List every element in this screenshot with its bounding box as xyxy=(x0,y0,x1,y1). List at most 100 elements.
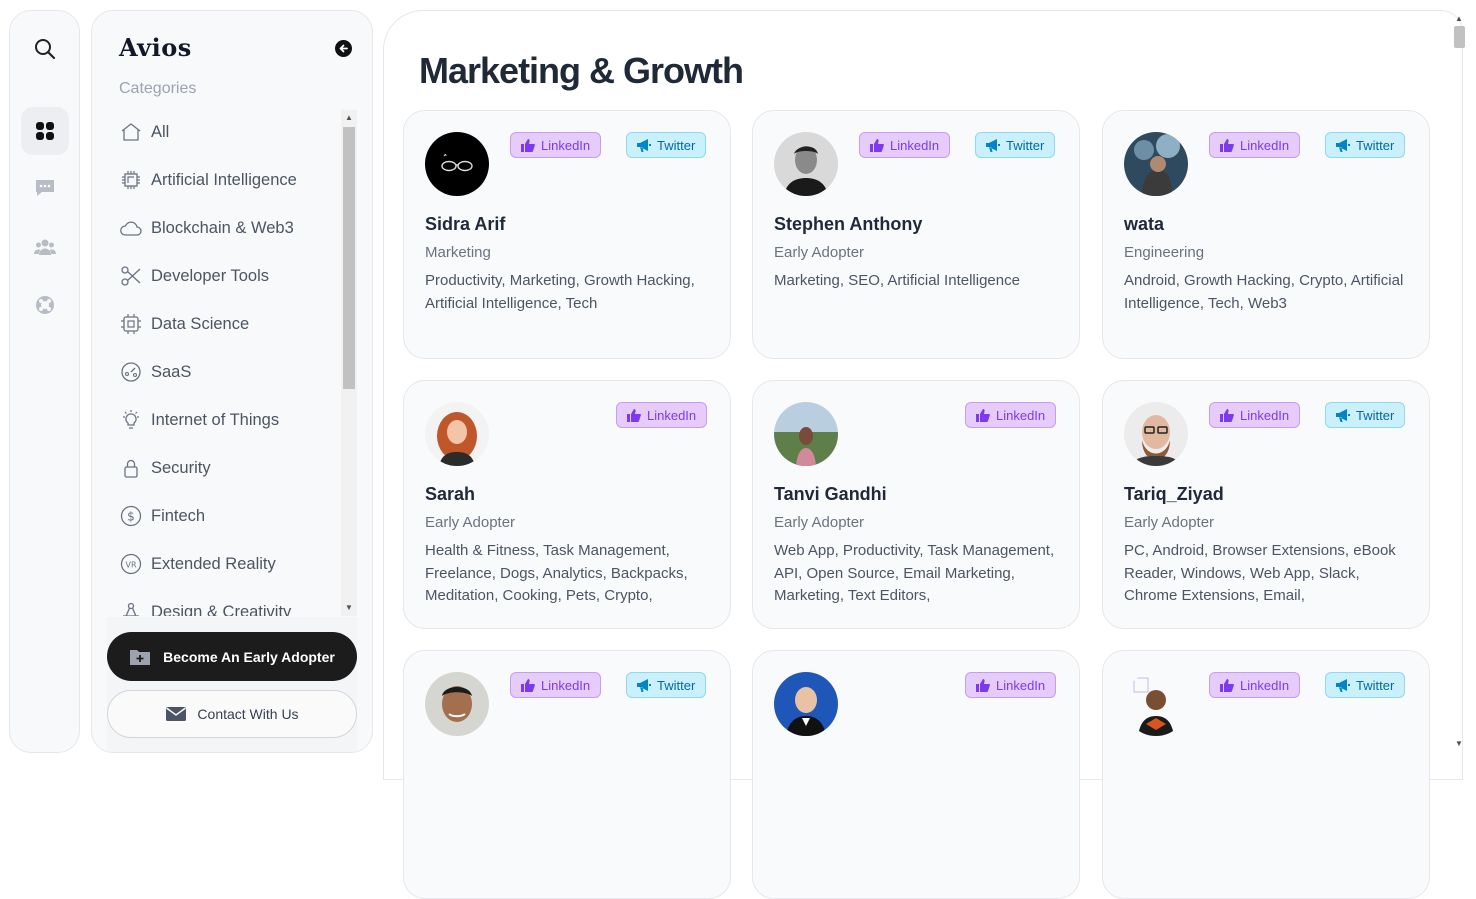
twitter-label: Twitter xyxy=(1356,137,1395,153)
linkedin-label: LinkedIn xyxy=(1240,677,1290,693)
community-button[interactable] xyxy=(21,223,69,271)
scrollbar-thumb[interactable] xyxy=(343,127,355,389)
scrollbar-thumb[interactable] xyxy=(1454,26,1465,48)
person-card[interactable]: LinkedIn Tanvi Gandhi Early Adopter Web … xyxy=(752,380,1080,629)
twitter-link[interactable]: Twitter xyxy=(975,132,1056,158)
thumbs-up-icon xyxy=(521,138,535,152)
person-card[interactable]: LinkedIn xyxy=(752,650,1080,899)
linkedin-label: LinkedIn xyxy=(647,407,697,423)
person-interests: PC, Android, Browser Extensions, eBook R… xyxy=(1124,542,1396,604)
category-label: SaaS xyxy=(151,362,192,381)
person-interests: Marketing, SEO, Artificial Intelligence xyxy=(774,272,1020,289)
thumbs-up-icon xyxy=(1220,138,1234,152)
folder-plus-icon xyxy=(130,649,151,665)
messages-button[interactable] xyxy=(21,164,69,212)
category-scrollbar[interactable]: ▲ ▼ xyxy=(341,110,357,616)
twitter-link[interactable]: Twitter xyxy=(1325,672,1406,698)
person-card[interactable]: LinkedIn Twitter wata Engineering Androi… xyxy=(1102,110,1430,359)
linkedin-link[interactable]: LinkedIn xyxy=(616,402,708,428)
twitter-link[interactable]: Twitter xyxy=(1325,132,1406,158)
linkedin-link[interactable]: LinkedIn xyxy=(510,672,602,698)
person-name: wata xyxy=(1124,214,1165,234)
person-role: Early Adopter xyxy=(425,514,516,531)
dollar-icon: $ xyxy=(119,504,143,528)
twitter-link[interactable]: Twitter xyxy=(1325,402,1406,428)
megaphone-icon xyxy=(637,138,651,152)
users-icon xyxy=(34,239,56,255)
person-interests: Android, Growth Hacking, Crypto, Artific… xyxy=(1124,272,1404,312)
category-fintech[interactable]: $ Fintech xyxy=(119,492,334,540)
search-icon xyxy=(35,39,56,60)
megaphone-icon xyxy=(637,678,651,692)
category-label: Fintech xyxy=(151,506,206,525)
person-name: Tanvi Gandhi xyxy=(774,484,887,504)
support-button[interactable] xyxy=(21,281,69,329)
category-blockchain-web3[interactable]: Blockchain & Web3 xyxy=(119,204,334,252)
thumbs-up-icon xyxy=(870,138,884,152)
person-card[interactable]: LinkedIn Twitter Tariq_Ziyad Early Adopt… xyxy=(1102,380,1430,629)
scroll-down-icon[interactable]: ▼ xyxy=(1455,739,1463,748)
category-data-science[interactable]: Data Science xyxy=(119,300,334,348)
category-extended-reality[interactable]: VR Extended Reality xyxy=(119,540,334,588)
contact-button[interactable]: Contact With Us xyxy=(107,690,357,738)
person-card[interactable]: LinkedIn Twitter Stephen Anthony Early A… xyxy=(752,110,1080,359)
category-label: All xyxy=(151,122,170,141)
person-interests: Productivity, Marketing, Growth Hacking,… xyxy=(425,272,695,312)
person-card[interactable]: LinkedIn Sarah Early Adopter Health & Fi… xyxy=(403,380,731,629)
person-card[interactable]: LinkedIn Twitter Sidra Arif Marketing Pr… xyxy=(403,110,731,359)
category-label: Security xyxy=(151,458,211,477)
search-button[interactable] xyxy=(21,25,69,73)
linkedin-link[interactable]: LinkedIn xyxy=(1209,402,1301,428)
brand-logo: Avios xyxy=(119,33,192,62)
lightbulb-icon xyxy=(119,408,143,432)
person-role: Early Adopter xyxy=(1124,514,1215,531)
category-design-creativity[interactable]: Design & Creativity xyxy=(119,588,334,616)
person-interests: Web App, Productivity, Task Management, … xyxy=(774,542,1055,604)
twitter-label: Twitter xyxy=(1356,407,1395,423)
linkedin-link[interactable]: LinkedIn xyxy=(1209,672,1301,698)
page-scrollbar[interactable]: ▲ ▼ xyxy=(1452,10,1467,753)
person-card[interactable]: LinkedIn Twitter xyxy=(1102,650,1430,899)
scroll-up-icon[interactable]: ▲ xyxy=(1455,14,1463,23)
megaphone-icon xyxy=(1336,408,1350,422)
thumbs-up-icon xyxy=(976,678,990,692)
category-artificial-intelligence[interactable]: Artificial Intelligence xyxy=(119,156,334,204)
linkedin-link[interactable]: LinkedIn xyxy=(510,132,602,158)
linkedin-label: LinkedIn xyxy=(890,137,940,153)
category-saas[interactable]: SaaS xyxy=(119,348,334,396)
twitter-label: Twitter xyxy=(657,677,696,693)
collapse-sidebar-button[interactable] xyxy=(335,40,352,57)
linkedin-label: LinkedIn xyxy=(541,677,591,693)
person-card[interactable]: LinkedIn Twitter xyxy=(403,650,731,899)
scroll-up-icon[interactable]: ▲ xyxy=(345,114,353,122)
linkedin-label: LinkedIn xyxy=(1240,407,1290,423)
vr-icon: VR xyxy=(119,552,143,576)
linkedin-link[interactable]: LinkedIn xyxy=(1209,132,1301,158)
avatar xyxy=(774,672,838,736)
linkedin-link[interactable]: LinkedIn xyxy=(859,132,951,158)
category-developer-tools[interactable]: Developer Tools xyxy=(119,252,334,300)
category-security[interactable]: Security xyxy=(119,444,334,492)
linkedin-link[interactable]: LinkedIn xyxy=(965,402,1057,428)
person-role: Engineering xyxy=(1124,244,1205,261)
category-list: All Artificial Intelligence Blockchain &… xyxy=(119,108,334,616)
twitter-link[interactable]: Twitter xyxy=(626,132,707,158)
category-all[interactable]: All xyxy=(119,108,334,156)
person-name: Sidra Arif xyxy=(425,214,506,234)
arrow-left-icon xyxy=(339,44,348,53)
categories-button[interactable] xyxy=(21,107,69,155)
cloud-icon xyxy=(119,216,143,240)
svg-text:VR: VR xyxy=(125,561,136,570)
scroll-down-icon[interactable]: ▼ xyxy=(345,604,353,612)
category-internet-of-things[interactable]: Internet of Things xyxy=(119,396,334,444)
category-label: Data Science xyxy=(151,314,250,333)
linkedin-link[interactable]: LinkedIn xyxy=(965,672,1057,698)
avatar xyxy=(774,132,838,196)
svg-text:$: $ xyxy=(127,510,135,524)
category-sidebar: Avios Categories All Artificial Intellig… xyxy=(91,10,373,753)
become-early-adopter-button[interactable]: Become An Early Adopter xyxy=(107,632,357,681)
mail-icon xyxy=(166,707,187,721)
avatar xyxy=(425,402,489,466)
twitter-link[interactable]: Twitter xyxy=(626,672,707,698)
linkedin-label: LinkedIn xyxy=(1240,137,1290,153)
